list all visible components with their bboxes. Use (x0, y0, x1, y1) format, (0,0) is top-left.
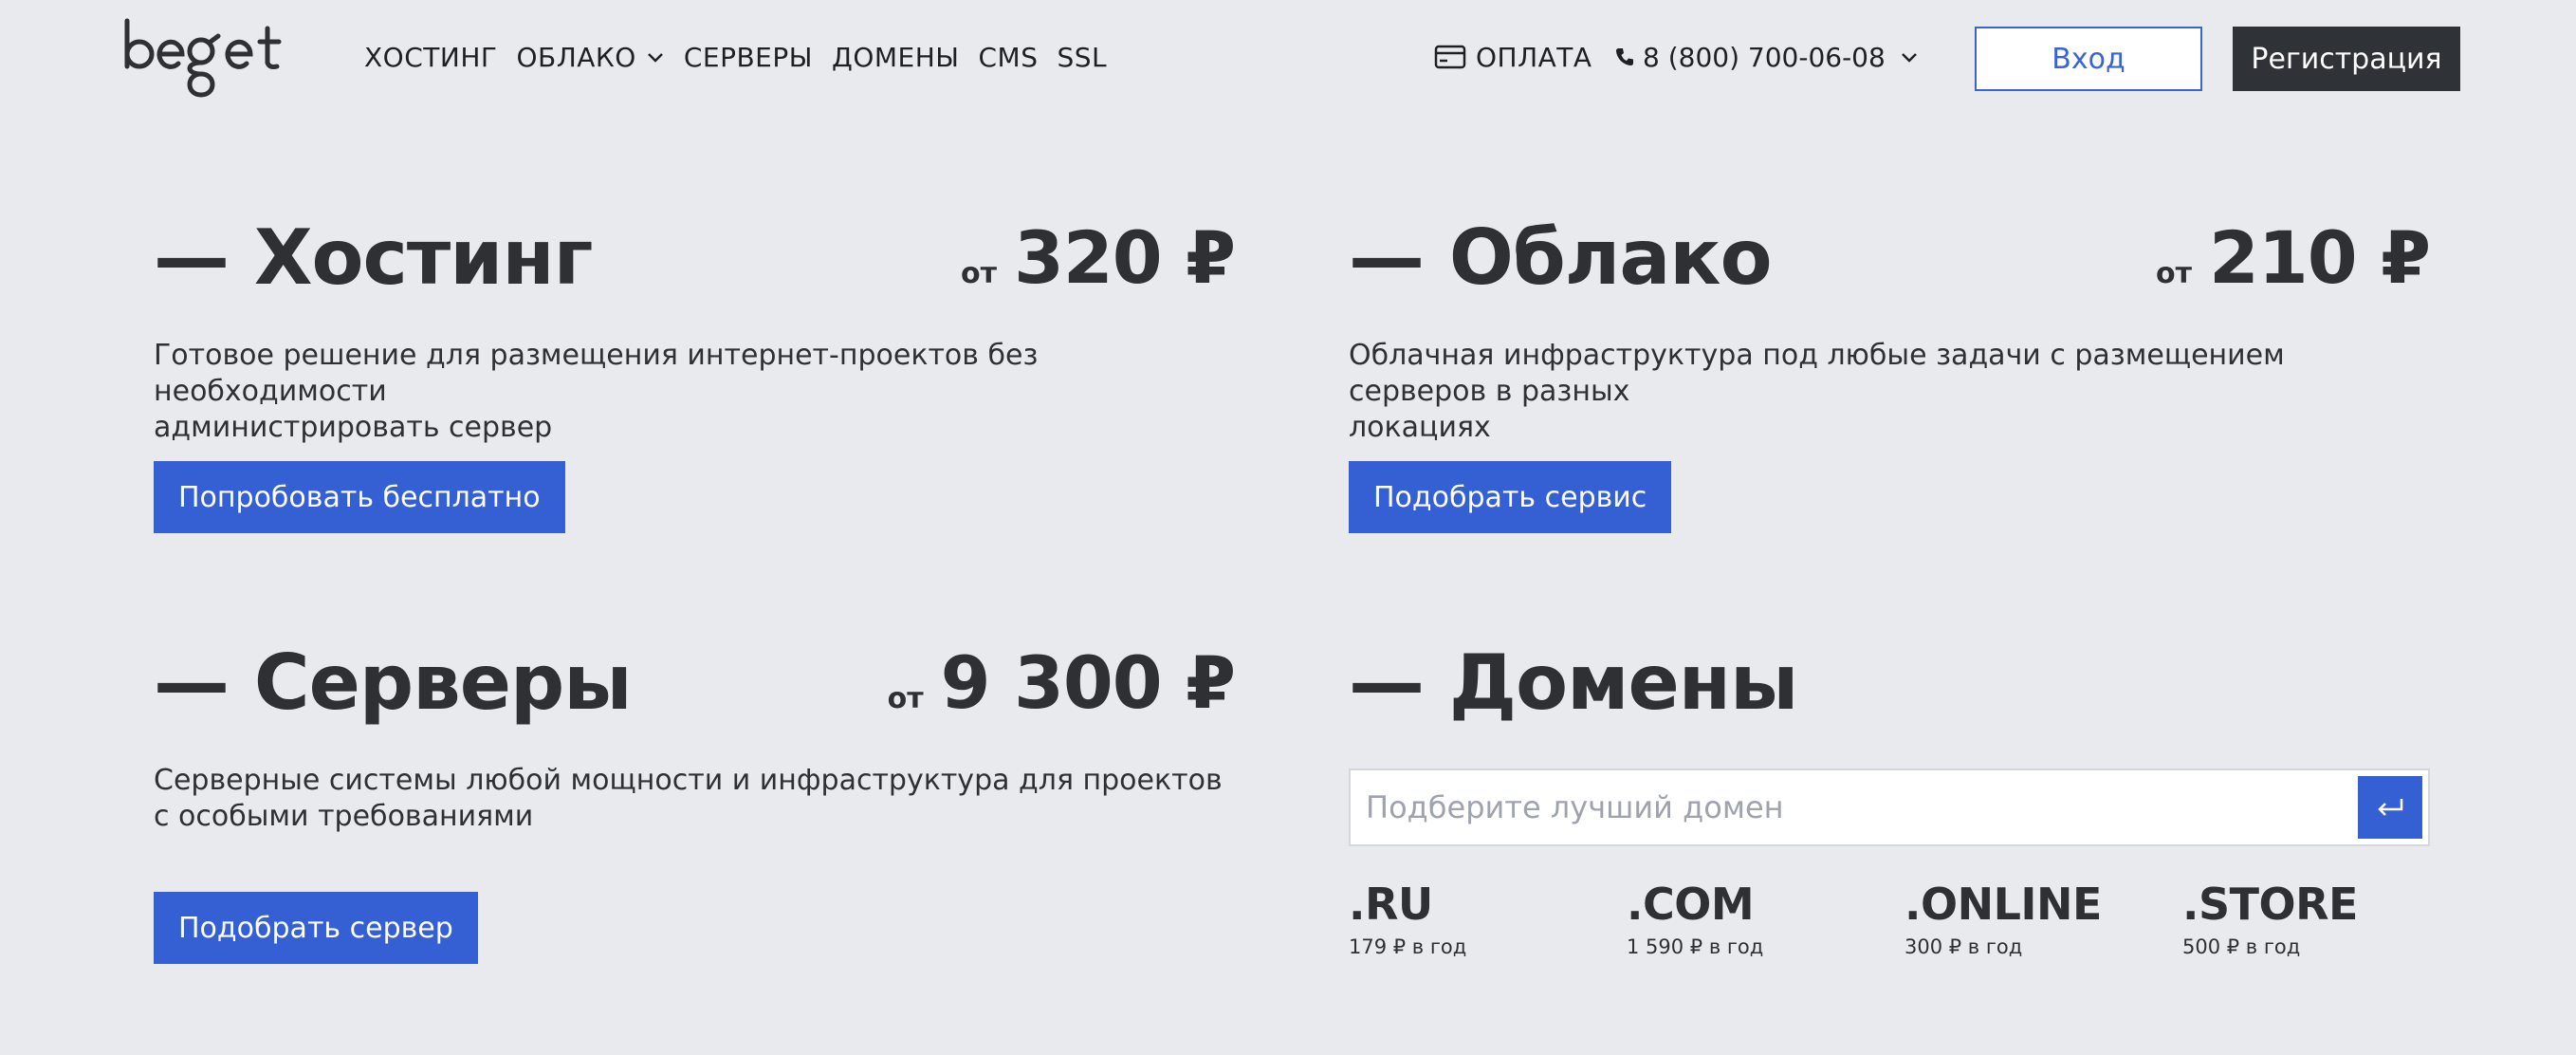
domains-card: — Домены (1349, 645, 2430, 750)
servers-title: — Серверы (154, 639, 633, 727)
nav-hosting[interactable]: ХОСТИНГ (364, 42, 497, 73)
zone-store-name: .STORE (2182, 879, 2358, 930)
nav-cms-label: CMS (978, 41, 1039, 73)
cloud-price-value: 210 ₽ (2209, 215, 2431, 300)
nav-ssl-label: SSL (1057, 41, 1108, 73)
zone-com-name: .COM (1627, 879, 1755, 930)
hosting-price-value: 320 ₽ (1014, 215, 1236, 300)
nav-cloud[interactable]: ОБЛАКО (516, 42, 664, 73)
zone-ru-name: .RU (1349, 879, 1433, 930)
hosting-description-line: администрировать сервер (154, 411, 553, 444)
nav-servers[interactable]: СЕРВЕРЫ (684, 42, 813, 73)
choose-service-button[interactable]: Подобрать сервис (1349, 461, 1672, 533)
zone-store-price: 500 ₽ в год (2182, 935, 2301, 958)
servers-price-value: 9 300 ₽ (940, 640, 1236, 725)
domain-search-button[interactable] (2358, 776, 2422, 839)
choose-server-button[interactable]: Подобрать сервер (154, 892, 478, 964)
servers-description-line: с особыми требованиями (154, 800, 534, 833)
cloud-description-line: Облачная инфраструктура под любые задачи… (1349, 339, 2285, 408)
zone-com[interactable]: .COM 1 590 ₽ в год (1627, 882, 1763, 958)
hosting-price: от 320 ₽ (961, 215, 1236, 300)
cloud-description: Облачная инфраструктура под любые задачи… (1349, 338, 2430, 446)
zone-ru[interactable]: .RU 179 ₽ в год (1349, 882, 1466, 958)
hosting-title: — Хостинг (154, 213, 593, 302)
domain-search-input[interactable] (1351, 770, 2346, 844)
chevron-down-icon (647, 53, 663, 63)
domain-search (1349, 768, 2430, 846)
payment-link[interactable]: ОПЛАТА (1434, 38, 1592, 76)
hosting-description: Готовое решение для размещения интернет-… (154, 338, 1235, 446)
beget-logo-mark (124, 18, 282, 98)
servers-price: от 9 300 ₽ (887, 640, 1236, 725)
beget-logo[interactable] (121, 15, 288, 101)
cloud-price-prefix: от (2156, 257, 2193, 290)
hosting-price-prefix: от (961, 257, 998, 290)
enter-arrow-icon (2378, 799, 2403, 816)
hosting-description-line: Готовое решение для размещения интернет-… (154, 339, 1039, 408)
main-nav: ХОСТИНГ ОБЛАКО СЕРВЕРЫ ДОМЕНЫ CMS SSL (364, 38, 1126, 76)
try-free-button[interactable]: Попробовать бесплатно (154, 461, 565, 533)
cloud-title: — Облако (1349, 213, 1773, 302)
phone-number: 8 (800) 700-06-08 (1643, 41, 1886, 73)
nav-hosting-label: ХОСТИНГ (364, 41, 498, 73)
zone-com-price: 1 590 ₽ в год (1627, 935, 1764, 958)
payment-label: ОПЛАТА (1476, 41, 1592, 73)
card-icon (1434, 45, 1466, 69)
nav-ssl[interactable]: SSL (1057, 42, 1107, 73)
zone-store[interactable]: .STORE 500 ₽ в год (2182, 882, 2358, 958)
cloud-price: от 210 ₽ (2156, 215, 2431, 300)
hosting-card: — Хостинг от 320 ₽ Готовое решение для р… (154, 213, 1236, 533)
nav-domains-label: ДОМЕНЫ (831, 41, 960, 73)
cloud-card: — Облако от 210 ₽ Облачная инфраструктур… (1349, 213, 2431, 533)
domains-title: — Домены (1349, 639, 1798, 727)
servers-price-prefix: от (887, 682, 924, 715)
cloud-description-line: локациях (1349, 411, 1491, 444)
phone-dropdown[interactable]: 8 (800) 700-06-08 (1614, 38, 1920, 76)
servers-card: — Серверы от 9 300 ₽ Серверные системы л… (154, 639, 1236, 968)
servers-description-line: Серверные системы любой мощности и инфра… (154, 764, 1223, 797)
phone-icon (1616, 48, 1633, 65)
servers-description: Серверные системы любой мощности и инфра… (154, 763, 1223, 835)
register-button[interactable]: Регистрация (2233, 27, 2460, 91)
site-header: ХОСТИНГ ОБЛАКО СЕРВЕРЫ ДОМЕНЫ CMS SSL ОП… (0, 0, 2576, 118)
zone-online[interactable]: .ONLINE 300 ₽ в год (1904, 882, 2102, 958)
nav-cms[interactable]: CMS (978, 42, 1038, 73)
nav-cloud-label: ОБЛАКО (516, 41, 636, 73)
chevron-down-icon (1901, 53, 1917, 63)
nav-domains[interactable]: ДОМЕНЫ (832, 42, 960, 73)
zone-online-name: .ONLINE (1904, 879, 2102, 930)
zone-ru-price: 179 ₽ в год (1349, 935, 1467, 958)
nav-servers-label: СЕРВЕРЫ (683, 41, 813, 73)
zone-online-price: 300 ₽ в год (1904, 935, 2023, 958)
login-button[interactable]: Вход (1975, 27, 2202, 91)
